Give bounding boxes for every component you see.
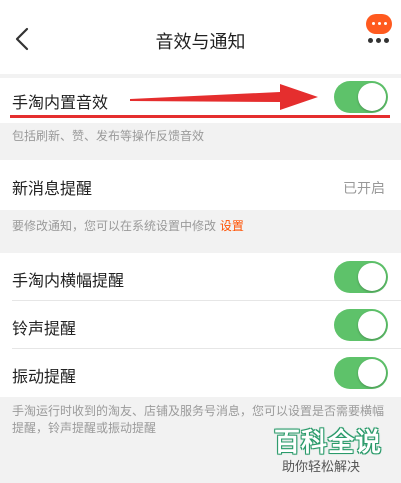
watermark-subtitle: 助你轻松解决 (282, 460, 361, 475)
alert-settings-group: 手淘内横幅提醒 铃声提醒 振动提醒 (0, 253, 401, 397)
watermark-logo: 百科全说 助你轻松解决 (268, 418, 396, 478)
settings-link[interactable]: 设置 (220, 219, 244, 233)
toggle-knob (358, 83, 386, 111)
new-message-row[interactable]: 新消息提醒 已开启 (0, 160, 401, 210)
vibration-alert-label: 振动提醒 (12, 367, 77, 386)
toggle-knob (358, 263, 386, 291)
sound-effect-toggle[interactable] (334, 81, 388, 113)
notification-note: 要修改通知，您可以在系统设置中修改 设置 (12, 218, 244, 235)
ringtone-alert-label: 铃声提醒 (12, 319, 77, 338)
vibration-alert-toggle[interactable] (334, 357, 388, 389)
toggle-knob (358, 359, 386, 387)
sound-effect-label: 手淘内置音效 (12, 93, 109, 112)
banner-alert-toggle[interactable] (334, 261, 388, 293)
more-dots-icon (368, 38, 390, 44)
top-bar: 音效与通知 (0, 0, 401, 74)
watermark-title: 百科全说 (274, 428, 383, 458)
sound-effect-note: 包括刷新、赞、发布等操作反馈音效 (12, 129, 205, 143)
new-message-label: 新消息提醒 (12, 179, 93, 198)
ringtone-alert-toggle[interactable] (334, 309, 388, 341)
message-bubble-icon (366, 14, 392, 34)
annotation-underline (10, 115, 390, 118)
more-button[interactable] (362, 10, 396, 50)
notification-note-text: 要修改通知，您可以在系统设置中修改 (12, 219, 217, 233)
annotation-arrow-icon (130, 84, 318, 110)
divider (12, 300, 401, 301)
divider (12, 348, 401, 349)
new-message-status: 已开启 (343, 181, 385, 197)
page-title: 音效与通知 (155, 32, 246, 53)
banner-alert-label: 手淘内横幅提醒 (12, 271, 125, 290)
toggle-knob (358, 311, 386, 339)
